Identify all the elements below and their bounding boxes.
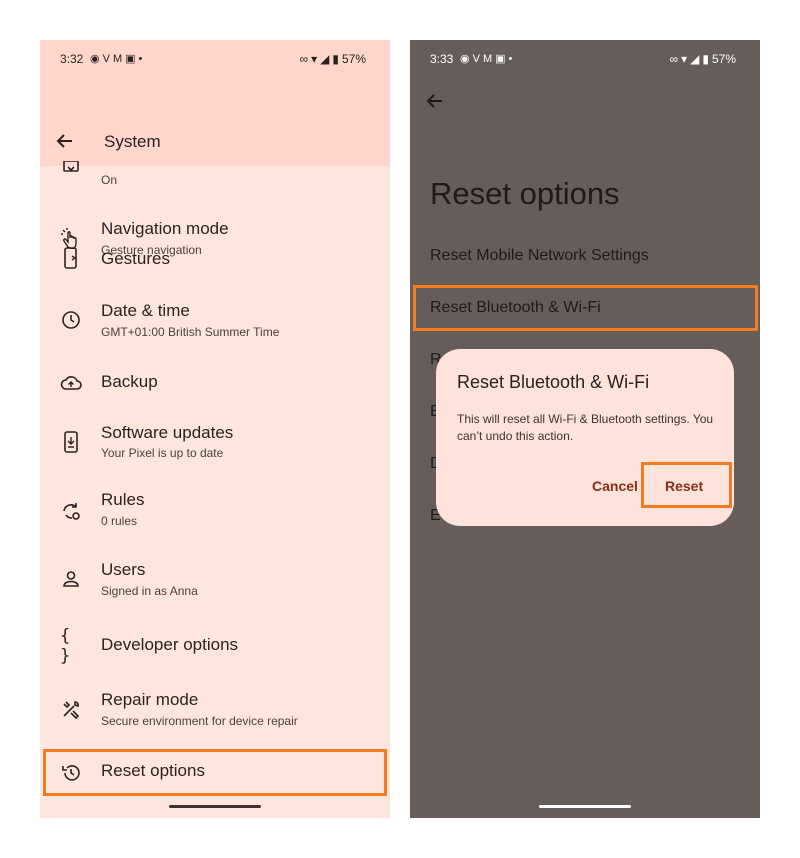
notification-icons: ◉VM▣• (90, 52, 145, 65)
messenger-icon: ◉ (90, 53, 103, 65)
clock-icon (60, 309, 82, 331)
status-bar: 3:32 ◉VM▣• ∞ ▾ ◢ ▮ 57% (40, 40, 390, 80)
item-label: Users (101, 560, 146, 579)
reset-confirm-dialog: Reset Bluetooth & Wi-Fi This will reset … (436, 349, 734, 526)
messenger-icon: ◉ (460, 53, 473, 65)
keyboard-icon (60, 158, 82, 180)
gesture-nav-bar[interactable] (539, 805, 631, 808)
item-subtitle: On (101, 173, 118, 187)
teams-icon: ▣ (125, 53, 139, 65)
signal-icon: ◢ (690, 52, 700, 66)
rules-icon (60, 500, 82, 522)
reset-bluetooth-wifi-highlight (413, 285, 758, 331)
settings-item-keyboard[interactable]: On (40, 161, 390, 196)
status-time: 3:33 (430, 52, 454, 66)
cloud-upload-icon (60, 372, 82, 394)
v-app-icon: V (472, 53, 483, 65)
status-bar: 3:33 ◉VM▣• ∞ ▾ ◢ ▮ 57% (410, 40, 760, 80)
teams-icon: ▣ (495, 53, 509, 65)
settings-item-date-time[interactable]: Date & time GMT+01:00 British Summer Tim… (40, 301, 390, 341)
page-title: System (104, 132, 161, 151)
item-label: Gestures (101, 249, 170, 268)
status-time: 3:32 (60, 52, 84, 66)
dialog-message: This will reset all Wi-Fi & Bluetooth se… (457, 412, 714, 443)
settings-item-repair-mode[interactable]: Repair mode Secure environment for devic… (40, 690, 390, 730)
item-label: Date & time (101, 301, 190, 320)
gmail-icon: M (482, 53, 496, 65)
back-arrow-icon[interactable] (54, 130, 76, 152)
more-dot: • (138, 53, 146, 65)
settings-item-backup[interactable]: Backup (40, 370, 390, 396)
item-subtitle: 0 rules (101, 514, 138, 528)
item-subtitle: Secure environment for device repair (101, 714, 298, 728)
item-subtitle: Signed in as Anna (101, 584, 198, 598)
cancel-button[interactable]: Cancel (592, 478, 638, 494)
braces-icon: { } (60, 626, 73, 666)
battery-icon: ▮ (702, 52, 709, 66)
item-subtitle: Your Pixel is up to date (101, 446, 224, 460)
system-update-icon (60, 431, 82, 453)
link-icon: ∞ (299, 52, 309, 66)
item-label: Developer options (101, 635, 239, 654)
link-icon: ∞ (669, 52, 679, 66)
battery-percent: 57% (711, 52, 736, 66)
page-title: Reset options (430, 176, 620, 211)
system-settings-screen: 3:32 ◉VM▣• ∞ ▾ ◢ ▮ 57% System On Navigation … (40, 40, 390, 818)
item-label: Repair mode (101, 690, 199, 709)
battery-icon: ▮ (332, 52, 339, 66)
system-icons: ∞ ▾ ◢ ▮ 57% (667, 52, 736, 66)
more-dot: • (508, 53, 516, 65)
signal-icon: ◢ (320, 52, 330, 66)
settings-item-users[interactable]: Users Signed in as Anna (40, 560, 390, 600)
app-bar: System (40, 80, 390, 166)
settings-item-developer-options[interactable]: { } Developer options (40, 626, 390, 666)
phone-gesture-icon (60, 247, 82, 269)
notification-icons: ◉VM▣• (460, 52, 515, 65)
item-label: Backup (101, 372, 158, 391)
item-label: Navigation mode (101, 219, 229, 238)
settings-item-software-updates[interactable]: Software updates Your Pixel is up to dat… (40, 423, 390, 463)
reset-options-highlight (43, 749, 387, 796)
battery-percent: 57% (341, 52, 366, 66)
settings-item-rules[interactable]: Rules 0 rules (40, 490, 390, 530)
item-subtitle: GMT+01:00 British Summer Time (101, 325, 280, 339)
system-icons: ∞ ▾ ◢ ▮ 57% (297, 52, 366, 66)
reset-button-highlight (641, 462, 732, 508)
dialog-title: Reset Bluetooth & Wi-Fi (457, 372, 650, 392)
wifi-icon: ▾ (311, 52, 318, 66)
option-reset-mobile-network[interactable]: Reset Mobile Network Settings (430, 247, 649, 265)
settings-item-gestures[interactable]: Gestures (40, 245, 390, 271)
wifi-icon: ▾ (681, 52, 688, 66)
back-arrow-icon[interactable] (424, 90, 446, 112)
gmail-icon: M (112, 53, 126, 65)
gesture-nav-bar[interactable] (169, 805, 261, 808)
v-app-icon: V (102, 53, 113, 65)
tools-icon (60, 698, 82, 720)
person-icon (60, 568, 82, 590)
item-label: Rules (101, 490, 145, 509)
item-label: Software updates (101, 423, 234, 442)
